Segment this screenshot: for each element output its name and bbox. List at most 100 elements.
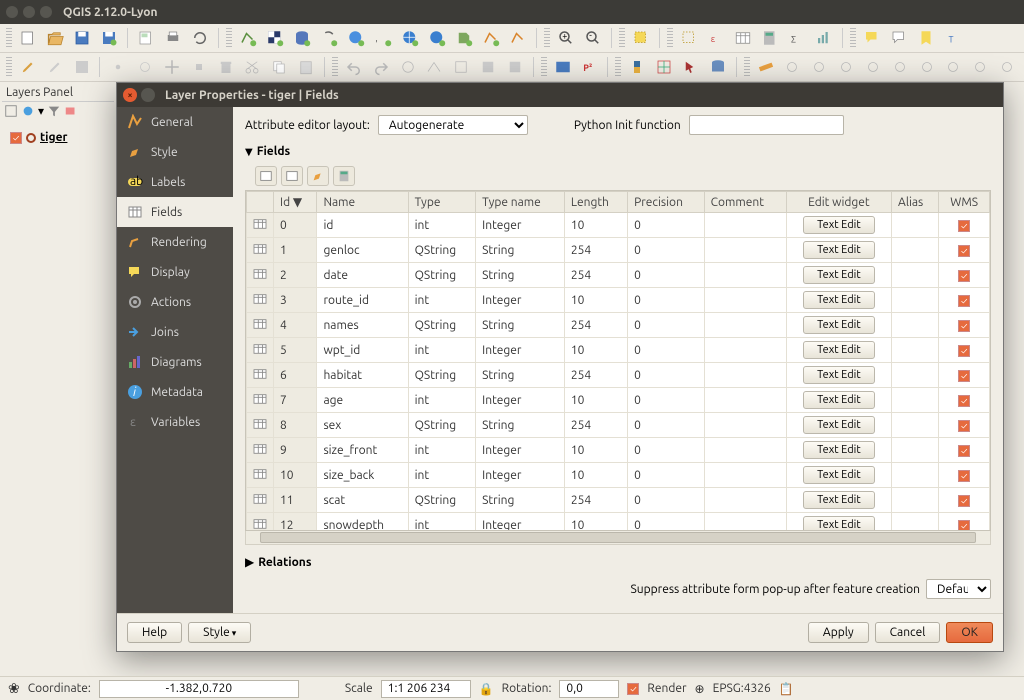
edit-widget-button[interactable]: Text Edit — [803, 341, 875, 359]
wms-checkbox[interactable]: ✓ — [958, 270, 970, 282]
edit-widget-button[interactable]: Text Edit — [803, 241, 875, 259]
addring-icon[interactable] — [450, 56, 472, 78]
zoom-in-icon[interactable]: + — [555, 27, 577, 49]
edit-widget-button[interactable]: Text Edit — [803, 316, 875, 334]
table-row[interactable]: 4 names QString String 254 0 Text Edit ✓ — [247, 313, 990, 338]
render-checkbox[interactable]: ✓ — [627, 683, 639, 695]
edit-icon[interactable] — [17, 56, 39, 78]
saveas-icon[interactable] — [98, 27, 120, 49]
fillring-icon[interactable] — [504, 56, 526, 78]
calc-field-icon[interactable] — [333, 166, 355, 186]
table-row[interactable]: 9 size_front int Integer 10 0 Text Edit … — [247, 438, 990, 463]
toolbar-handle[interactable] — [667, 28, 673, 48]
table-row[interactable]: 0 id int Integer 10 0 Text Edit ✓ — [247, 213, 990, 238]
edit-widget-button[interactable]: Text Edit — [803, 391, 875, 409]
add-line-icon[interactable] — [134, 56, 156, 78]
ruler-icon[interactable] — [755, 56, 777, 78]
toolbar-handle[interactable] — [615, 57, 621, 77]
wms-checkbox[interactable]: ✓ — [958, 470, 970, 482]
add-feat-icon[interactable] — [107, 56, 129, 78]
zoom-out-icon[interactable]: - — [582, 27, 604, 49]
add-raster-icon[interactable] — [264, 27, 286, 49]
save-icon[interactable] — [71, 27, 93, 49]
print-icon[interactable] — [162, 27, 184, 49]
dropdown-icon[interactable]: ❀ — [8, 680, 20, 697]
wms-checkbox[interactable]: ✓ — [958, 245, 970, 257]
snap5-icon[interactable] — [889, 56, 911, 78]
add-field-icon[interactable] — [255, 166, 277, 186]
wms-checkbox[interactable]: ✓ — [958, 420, 970, 432]
table-row[interactable]: 8 sex QString String 254 0 Text Edit ✓ — [247, 413, 990, 438]
col-name[interactable]: Name — [317, 192, 408, 213]
col-length[interactable]: Length — [564, 192, 627, 213]
save-edit-icon[interactable] — [71, 56, 93, 78]
relations-section-header[interactable]: ▶Relations — [245, 545, 991, 573]
delete-icon[interactable] — [215, 56, 237, 78]
new-project-icon[interactable] — [17, 27, 39, 49]
wms-checkbox[interactable]: ✓ — [958, 495, 970, 507]
new-mem2-icon[interactable] — [507, 27, 529, 49]
python-init-input[interactable] — [689, 115, 844, 135]
add-vtile-icon[interactable] — [399, 27, 421, 49]
epsg-label[interactable]: EPSG:4326 — [713, 682, 771, 695]
table-row[interactable]: 6 habitat QString String 254 0 Text Edit… — [247, 363, 990, 388]
edit-field-icon[interactable] — [307, 166, 329, 186]
table-row[interactable]: 10 size_back int Integer 10 0 Text Edit … — [247, 463, 990, 488]
paste-icon[interactable] — [295, 56, 317, 78]
toolbar-handle[interactable] — [619, 28, 625, 48]
snap8-icon[interactable] — [969, 56, 991, 78]
toolbar-handle[interactable] — [226, 28, 232, 48]
add-delimited-icon[interactable]: , — [372, 27, 394, 49]
dialog-close-icon[interactable]: × — [123, 88, 137, 102]
lp-eye-icon[interactable] — [64, 104, 78, 121]
col-wms[interactable]: WMS — [939, 192, 990, 213]
add-wms-icon[interactable] — [345, 27, 367, 49]
sidebar-item-variables[interactable]: εVariables — [117, 407, 233, 437]
col-precision[interactable]: Precision — [628, 192, 705, 213]
rotate-icon[interactable] — [397, 56, 419, 78]
window-close[interactable] — [6, 6, 18, 18]
refresh-icon[interactable] — [189, 27, 211, 49]
col-editwidget[interactable]: Edit widget — [786, 192, 891, 213]
toolbar-handle[interactable] — [332, 57, 338, 77]
sidebar-item-joins[interactable]: Joins — [117, 317, 233, 347]
delete-field-icon[interactable] — [281, 166, 303, 186]
table-row[interactable]: 1 genloc QString String 254 0 Text Edit … — [247, 238, 990, 263]
lp-add-icon[interactable] — [4, 104, 18, 121]
db-icon[interactable] — [707, 56, 729, 78]
edit-widget-button[interactable]: Text Edit — [803, 416, 875, 434]
move-icon[interactable] — [161, 56, 183, 78]
wms-checkbox[interactable]: ✓ — [958, 295, 970, 307]
wms-checkbox[interactable]: ✓ — [958, 220, 970, 232]
sidebar-item-diagrams[interactable]: Diagrams — [117, 347, 233, 377]
toolbar-handle[interactable] — [544, 28, 550, 48]
snap3-icon[interactable] — [835, 56, 857, 78]
sidebar-item-labels[interactable]: abcLabels — [117, 167, 233, 197]
help-button[interactable]: Help — [127, 622, 182, 643]
open-icon[interactable] — [44, 27, 66, 49]
horizontal-scrollbar[interactable] — [245, 531, 991, 545]
edit-widget-button[interactable]: Text Edit — [803, 516, 875, 531]
style-button[interactable]: Style — [188, 622, 251, 643]
p2-icon[interactable]: P² — [579, 56, 601, 78]
add-vlayer-icon[interactable] — [426, 27, 448, 49]
new-mem-icon[interactable] — [480, 27, 502, 49]
select-icon[interactable] — [630, 27, 652, 49]
crs-icon[interactable]: ⊕ — [695, 682, 705, 696]
table-icon[interactable] — [732, 27, 754, 49]
deselect-icon[interactable] — [678, 27, 700, 49]
sidebar-item-fields[interactable]: Fields — [117, 197, 233, 227]
table-row[interactable]: 11 scat QString String 254 0 Text Edit ✓ — [247, 488, 990, 513]
lp-filter2-icon[interactable] — [47, 104, 61, 121]
ok-button[interactable]: OK — [946, 622, 993, 643]
window-maximize[interactable] — [40, 6, 52, 18]
cancel-button[interactable]: Cancel — [875, 622, 941, 643]
snap1-icon[interactable] — [781, 56, 803, 78]
toolbar-handle[interactable] — [6, 28, 12, 48]
sidebar-item-style[interactable]: Style — [117, 137, 233, 167]
edit-widget-button[interactable]: Text Edit — [803, 366, 875, 384]
new-shp-icon[interactable] — [453, 27, 475, 49]
grid-icon[interactable] — [653, 56, 675, 78]
coordinate-input[interactable] — [99, 680, 299, 698]
toolbar-handle[interactable] — [541, 57, 547, 77]
